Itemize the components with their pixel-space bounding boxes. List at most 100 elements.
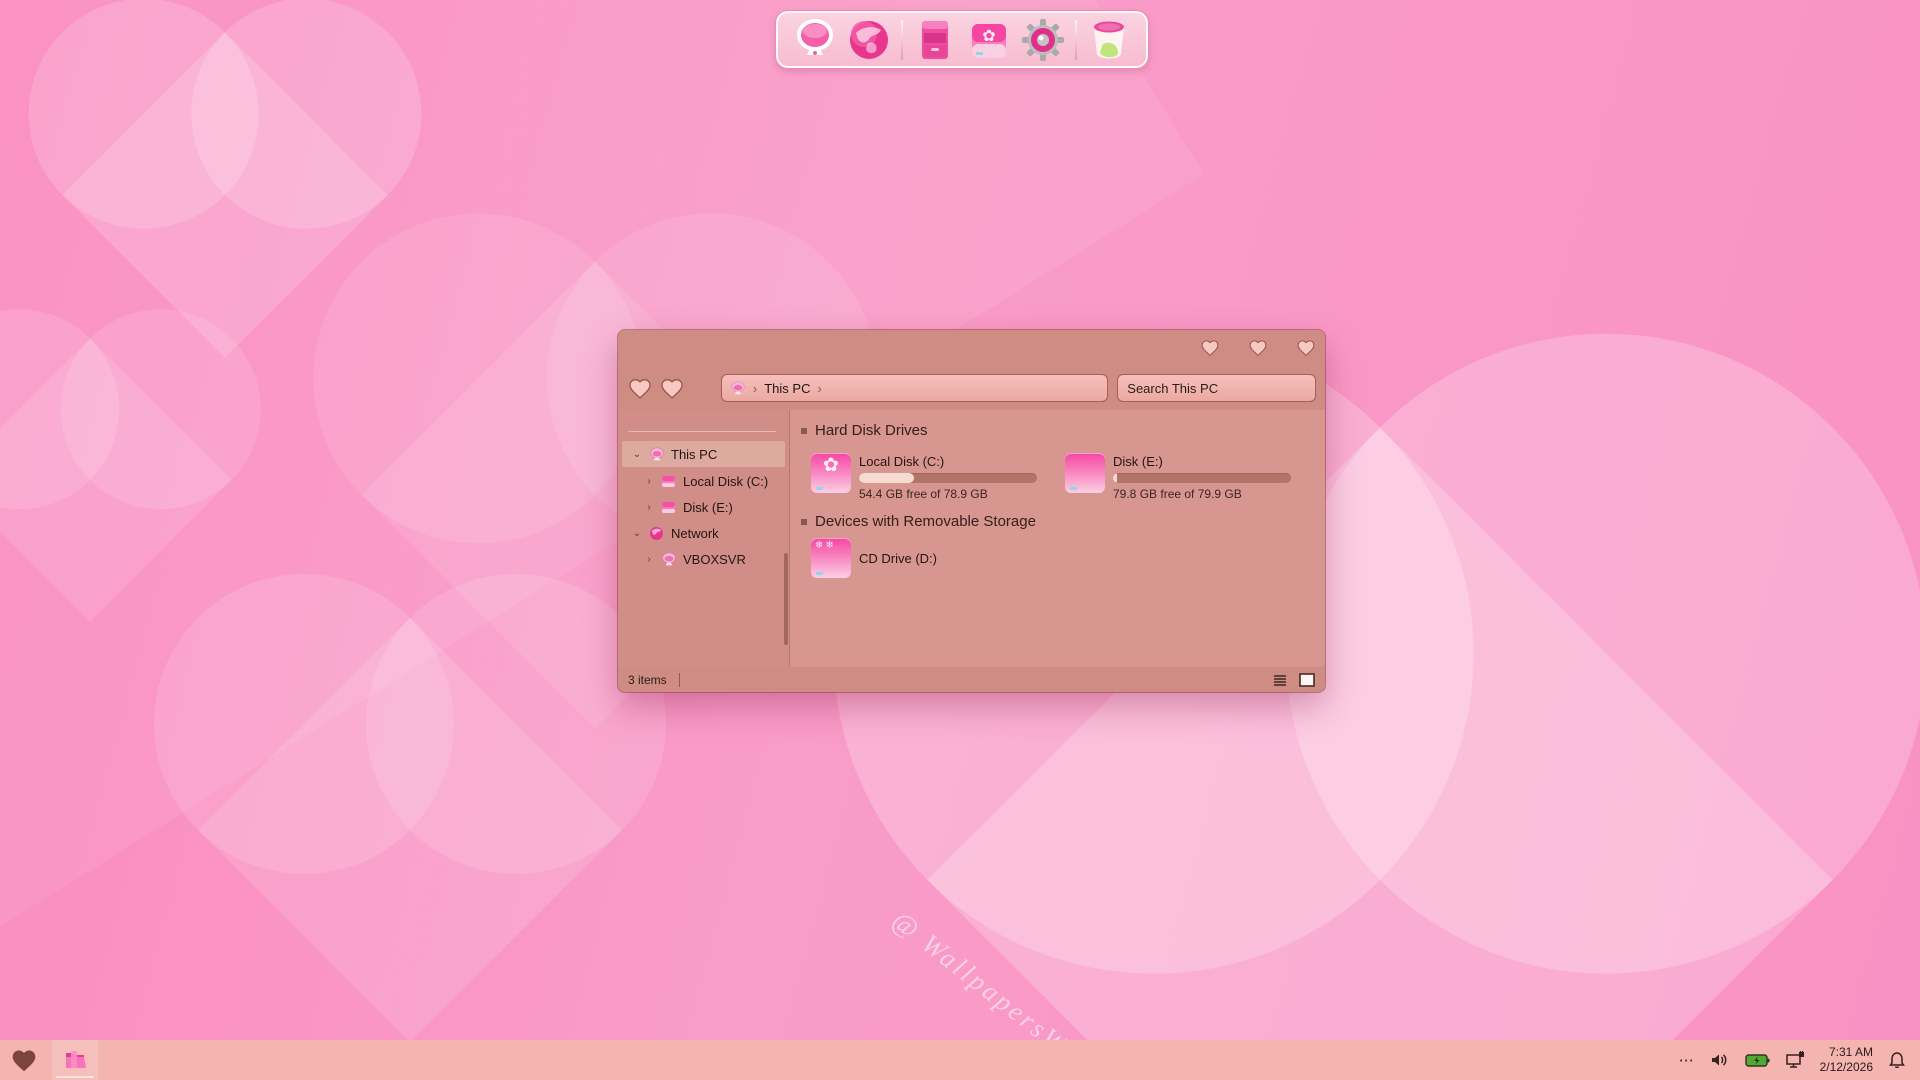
- file-cabinet-icon: [914, 17, 956, 63]
- breadcrumb-separator: ›: [753, 381, 757, 396]
- sidebar-item-label: This PC: [671, 447, 717, 462]
- navigation-toolbar: › This PC › Search This PC: [618, 366, 1325, 410]
- sidebar-item-this-pc[interactable]: ⌄ This PC: [622, 441, 785, 467]
- window-body: ⌄ This PC › Local Disk (C:) ›: [618, 410, 1325, 667]
- capacity-bar-fill: [859, 473, 914, 483]
- nav-scrollbar-thumb[interactable]: [784, 553, 788, 645]
- sidebar-item-label: VBOXSVR: [683, 552, 746, 567]
- drive-tile-cd-drive-d[interactable]: ❄❄ CD Drive (D:): [811, 538, 937, 578]
- status-divider: [679, 673, 680, 687]
- group-title: Hard Disk Drives: [815, 422, 928, 439]
- nav-divider: [628, 431, 776, 432]
- title-bar[interactable]: [618, 330, 1325, 366]
- computer-icon: [730, 381, 746, 396]
- dock-divider: [1075, 20, 1077, 60]
- cd-drive-icon: ❄❄: [811, 538, 851, 578]
- large-icons-view-icon[interactable]: [1299, 673, 1315, 687]
- dock-divider: [901, 20, 903, 60]
- nav-buttons: [627, 376, 691, 400]
- sidebar-item-disk-e[interactable]: › Disk (E:): [618, 494, 789, 520]
- capacity-bar: [1113, 473, 1291, 483]
- forward-button[interactable]: [659, 376, 685, 400]
- close-button[interactable]: [1295, 336, 1317, 358]
- capacity-bar-fill: [1113, 473, 1117, 483]
- address-bar[interactable]: › This PC ›: [721, 374, 1108, 402]
- drive-icon: [660, 501, 677, 514]
- drive-name: CD Drive (D:): [859, 551, 937, 566]
- free-space-text: 79.8 GB free of 79.9 GB: [1113, 487, 1291, 501]
- sidebar-item-vboxsvr[interactable]: › VBOXSVR: [618, 546, 789, 572]
- items-count: 3 items: [628, 673, 667, 687]
- flower-drive-icon: ✿: [811, 453, 851, 493]
- system-tray: ⋯ 7:31 AM 2/12/2026: [1679, 1040, 1920, 1080]
- computer-icon[interactable]: [793, 17, 837, 63]
- battery-charging-icon[interactable]: [1745, 1053, 1770, 1068]
- computer-icon: [793, 17, 837, 63]
- chevron-down-icon[interactable]: ⌄: [632, 449, 642, 460]
- sidebar-item-label: Local Disk (C:): [683, 474, 768, 489]
- computer-icon: [648, 447, 665, 462]
- group-header-removable-storage[interactable]: Devices with Removable Storage: [801, 513, 1036, 530]
- view-buttons: [1273, 673, 1315, 687]
- file-explorer-window: › This PC › Search This PC ⌄ This PC ›: [618, 330, 1325, 692]
- maximize-button[interactable]: [1247, 336, 1269, 358]
- sidebar-item-label: Network: [671, 526, 719, 541]
- content-pane: Hard Disk Drives ✿ Local Disk (C:) 54.4 …: [790, 410, 1325, 667]
- recycle-cup-icon[interactable]: [1087, 17, 1131, 63]
- minimize-button[interactable]: [1199, 336, 1221, 358]
- navigation-pane: ⌄ This PC › Local Disk (C:) ›: [618, 410, 790, 667]
- drive-tile-disk-e[interactable]: Disk (E:) 79.8 GB free of 79.9 GB: [1065, 453, 1291, 501]
- group-collapse-icon[interactable]: [801, 428, 807, 434]
- heart-start-icon: [10, 1047, 38, 1073]
- taskbar: ⋯ 7:31 AM 2/12/2026: [0, 1040, 1920, 1080]
- globe-browser-icon[interactable]: [847, 17, 891, 63]
- recycle-cup-icon: [1089, 18, 1129, 62]
- drive-name: Disk (E:): [1113, 454, 1291, 469]
- dock: ✿: [776, 11, 1148, 68]
- drive-tile-local-disk-c[interactable]: ✿ Local Disk (C:) 54.4 GB free of 78.9 G…: [811, 453, 1037, 501]
- start-button[interactable]: [0, 1040, 48, 1080]
- status-bar: 3 items: [618, 667, 1325, 692]
- wallpaper-heart: [198, 618, 622, 1042]
- sidebar-item-network[interactable]: ⌄ Network: [618, 520, 789, 546]
- plain-drive-icon: [1065, 453, 1105, 493]
- drive-icon: [660, 475, 677, 488]
- folder-tree: ⌄ This PC › Local Disk (C:) ›: [618, 441, 789, 572]
- heart-minimize-icon: [1200, 338, 1220, 357]
- chevron-right-icon[interactable]: ›: [644, 502, 654, 513]
- sidebar-item-local-disk-c[interactable]: › Local Disk (C:): [618, 468, 789, 494]
- group-title: Devices with Removable Storage: [815, 513, 1036, 530]
- tray-overflow-icon[interactable]: ⋯: [1679, 1051, 1695, 1069]
- drive-name: Local Disk (C:): [859, 454, 1037, 469]
- chevron-right-icon[interactable]: ›: [644, 476, 654, 487]
- globe-icon: [648, 526, 665, 541]
- group-collapse-icon[interactable]: [801, 519, 807, 525]
- breadcrumb-separator[interactable]: ›: [817, 381, 821, 396]
- file-explorer-folder-icon: [62, 1047, 88, 1073]
- chevron-down-icon[interactable]: ⌄: [632, 528, 642, 539]
- volume-icon[interactable]: [1710, 1051, 1730, 1069]
- sidebar-item-label: Disk (E:): [683, 500, 733, 515]
- flower-drive-icon: ✿: [968, 18, 1010, 62]
- computer-icon: [660, 552, 677, 567]
- back-button[interactable]: [627, 376, 653, 400]
- free-space-text: 54.4 GB free of 78.9 GB: [859, 487, 1037, 501]
- breadcrumb-location[interactable]: This PC: [764, 381, 810, 396]
- search-input[interactable]: Search This PC: [1117, 374, 1316, 402]
- chevron-right-icon[interactable]: ›: [644, 554, 654, 565]
- file-cabinet-icon[interactable]: [913, 17, 957, 63]
- flower-drive-icon[interactable]: ✿: [967, 17, 1011, 63]
- network-icon[interactable]: [1785, 1051, 1805, 1069]
- taskbar-file-explorer-button[interactable]: [52, 1040, 98, 1080]
- capacity-bar: [859, 473, 1037, 483]
- globe-browser-icon: [848, 19, 890, 61]
- heart-forward-icon: [659, 376, 685, 400]
- heart-back-icon: [627, 376, 653, 400]
- taskbar-clock[interactable]: 7:31 AM 2/12/2026: [1820, 1045, 1873, 1075]
- details-view-icon[interactable]: [1273, 674, 1287, 686]
- svg-text:✿: ✿: [982, 28, 995, 45]
- settings-gear-icon[interactable]: [1021, 17, 1065, 63]
- heart-close-icon: [1296, 338, 1316, 357]
- notifications-bell-icon[interactable]: [1888, 1051, 1906, 1070]
- group-header-hard-disk-drives[interactable]: Hard Disk Drives: [801, 422, 928, 439]
